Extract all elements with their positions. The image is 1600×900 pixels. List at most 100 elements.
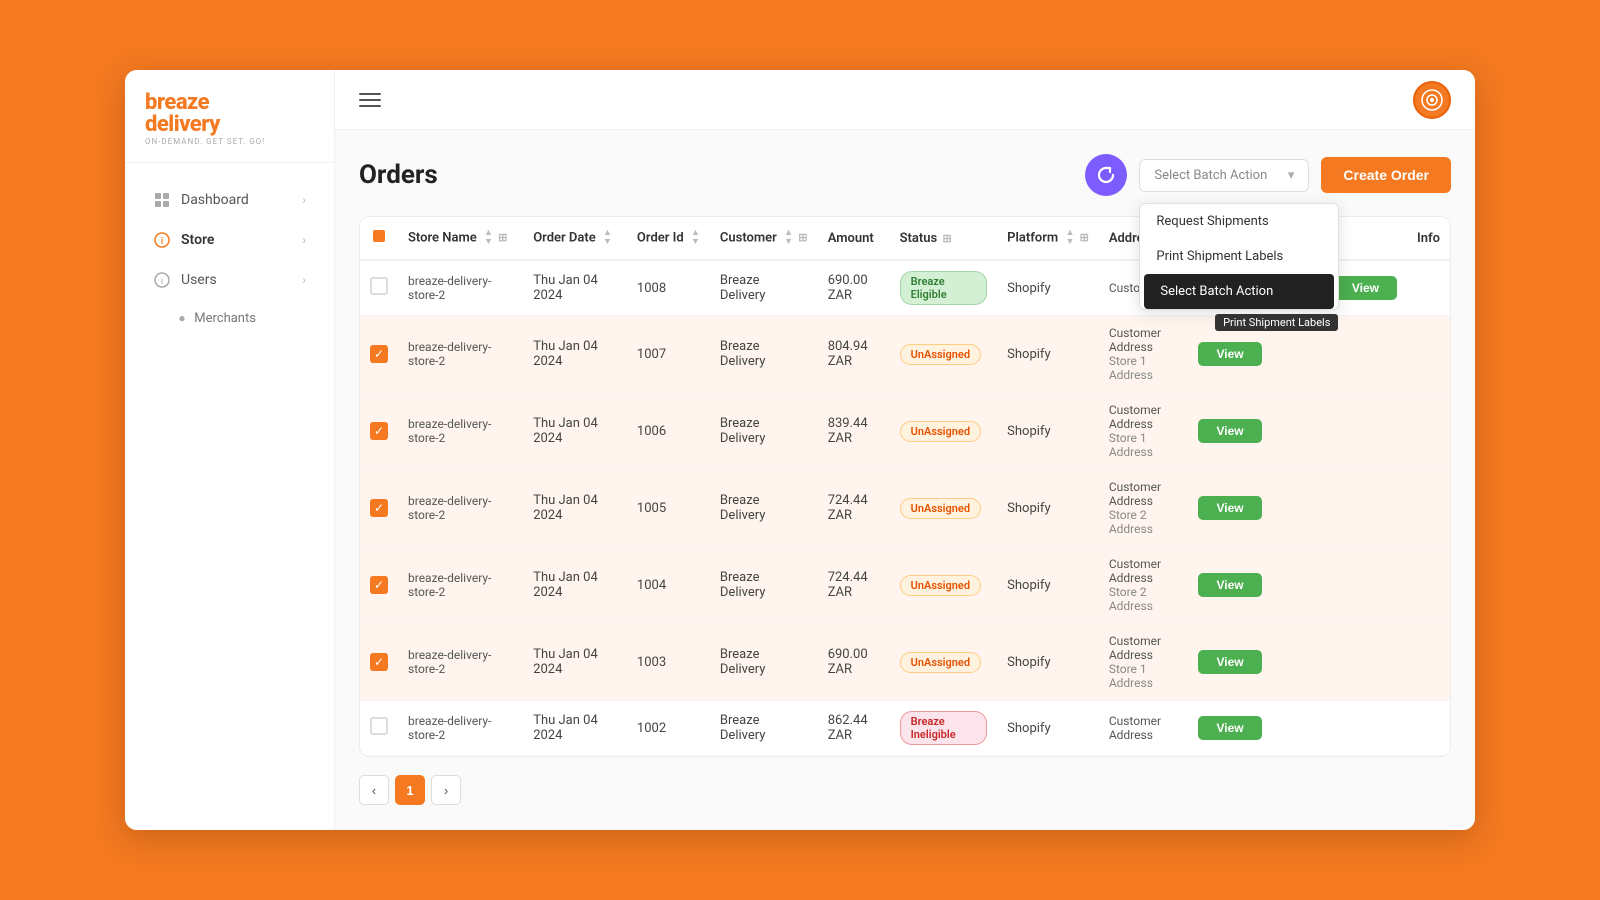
avatar[interactable]: [1413, 81, 1451, 119]
page-1-button[interactable]: 1: [395, 775, 425, 805]
batch-option-select[interactable]: Select Batch Action: [1144, 274, 1334, 309]
sidebar-label-merchants: Merchants: [194, 311, 256, 326]
status-badge-1: UnAssigned: [900, 344, 981, 365]
checkbox-cell-6: [360, 701, 398, 756]
batch-dropdown: Request Shipments Print Shipment Labels …: [1139, 203, 1339, 310]
sidebar-item-users[interactable]: i Users ›: [133, 261, 326, 299]
table-row: ✓ breaze-delivery-store-2 Thu Jan 04 202…: [360, 470, 1450, 547]
checkbox-checked-3[interactable]: ✓: [370, 499, 388, 517]
info-cell-5: [1407, 624, 1450, 701]
sort-store-name: ▲▼: [484, 229, 493, 247]
batch-tooltip: Print Shipment Labels: [1215, 314, 1338, 331]
col-checkbox: [360, 217, 398, 260]
info-cell-4: [1407, 547, 1450, 624]
order-date-cell-5: Thu Jan 04 2024: [523, 624, 627, 701]
order-id-cell-5: 1003: [627, 624, 710, 701]
sidebar-item-dashboard[interactable]: Dashboard ›: [133, 181, 326, 219]
view-button-4[interactable]: View: [1198, 573, 1261, 597]
address-td-1: Customer AddressStore 1 Address: [1099, 316, 1189, 393]
checkbox-checked-4[interactable]: ✓: [370, 576, 388, 594]
col-order-id[interactable]: Order Id ▲▼: [627, 217, 710, 260]
checkbox-checked-5[interactable]: ✓: [370, 653, 388, 671]
col-store-name[interactable]: Store Name ▲▼ ⊞: [398, 217, 523, 260]
next-page-button[interactable]: ›: [431, 775, 461, 805]
prev-page-button[interactable]: ‹: [359, 775, 389, 805]
view-button-0[interactable]: View: [1334, 276, 1397, 300]
checkbox-cell-4: ✓: [360, 547, 398, 624]
checkbox-cell-1: ✓: [360, 316, 398, 393]
sort-customer: ▲▼: [784, 229, 793, 247]
platform-cell-0: Shopify: [997, 260, 1099, 316]
col-amount[interactable]: Amount: [818, 217, 890, 260]
amount-cell-5: 690.00 ZAR: [818, 624, 890, 701]
pagination: ‹ 1 ›: [359, 775, 1451, 805]
status-badge-5: UnAssigned: [900, 652, 981, 673]
sidebar-label-dashboard: Dashboard: [181, 192, 249, 208]
store-name-cell-0: breaze-delivery-store-2: [398, 260, 523, 316]
batch-select-chevron: ▾: [1288, 168, 1295, 183]
view-button-5[interactable]: View: [1198, 650, 1261, 674]
hamburger-button[interactable]: [359, 93, 381, 107]
filter-platform: ⊞: [1080, 231, 1089, 244]
logo: breaze delivery ON-DEMAND. GET SET. GO!: [125, 70, 334, 163]
address-cell-6: Customer Address: [1109, 714, 1179, 742]
checkbox-unchecked-6[interactable]: [370, 717, 388, 735]
svg-text:i: i: [161, 237, 163, 247]
checkbox-unchecked-0[interactable]: [370, 277, 388, 295]
platform-cell-2: Shopify: [997, 393, 1099, 470]
order-date-cell-0: Thu Jan 04 2024: [523, 260, 627, 316]
col-platform[interactable]: Platform ▲▼ ⊞: [997, 217, 1099, 260]
customer-cell-2: Breaze Delivery: [710, 393, 818, 470]
batch-option-print-labels[interactable]: Print Shipment Labels: [1140, 239, 1338, 274]
checkbox-checked-1[interactable]: ✓: [370, 345, 388, 363]
table-row: ✓ breaze-delivery-store-2 Thu Jan 04 202…: [360, 393, 1450, 470]
address-cell-3: Customer Address: [1109, 480, 1179, 508]
amount-cell-2: 839.44 ZAR: [818, 393, 890, 470]
status-cell-6: Breaze Ineligible: [890, 701, 998, 756]
status-badge-0: Breaze Eligible: [900, 271, 988, 305]
sidebar-item-merchants[interactable]: ● Merchants: [125, 301, 334, 335]
svg-text:i: i: [161, 277, 163, 287]
view-button-6[interactable]: View: [1198, 716, 1261, 740]
sidebar-item-store[interactable]: i Store ›: [133, 221, 326, 259]
table-row: ✓ breaze-delivery-store-2 Thu Jan 04 202…: [360, 624, 1450, 701]
address-td-2: Customer AddressStore 1 Address: [1099, 393, 1189, 470]
store-icon: i: [153, 231, 171, 249]
address-td-6: Customer Address: [1099, 701, 1189, 756]
address-cell-1: Customer Address: [1109, 326, 1179, 354]
status-cell-5: UnAssigned: [890, 624, 998, 701]
view-button-3[interactable]: View: [1198, 496, 1261, 520]
refresh-button[interactable]: [1085, 154, 1127, 196]
sidebar-label-users: Users: [181, 272, 217, 288]
main-content: Orders Select Batch Action ▾: [335, 70, 1475, 830]
platform-cell-6: Shopify: [997, 701, 1099, 756]
col-status[interactable]: Status ⊞: [890, 217, 998, 260]
col-info: Info: [1407, 217, 1450, 260]
checkbox-checked-2[interactable]: ✓: [370, 422, 388, 440]
header-checkbox[interactable]: [373, 230, 385, 242]
sidebar: breaze delivery ON-DEMAND. GET SET. GO!: [125, 70, 335, 830]
amount-cell-3: 724.44 ZAR: [818, 470, 890, 547]
batch-option-request-shipments[interactable]: Request Shipments: [1140, 204, 1338, 239]
checkbox-cell-0: [360, 260, 398, 316]
sort-platform: ▲▼: [1065, 229, 1074, 247]
col-order-date[interactable]: Order Date ▲▼: [523, 217, 627, 260]
customer-cell-4: Breaze Delivery: [710, 547, 818, 624]
col-customer[interactable]: Customer ▲▼ ⊞: [710, 217, 818, 260]
batch-select-trigger[interactable]: Select Batch Action ▾: [1139, 159, 1309, 192]
action-cell-4: View: [1188, 547, 1407, 624]
view-button-2[interactable]: View: [1198, 419, 1261, 443]
customer-cell-3: Breaze Delivery: [710, 470, 818, 547]
create-order-button[interactable]: Create Order: [1321, 157, 1451, 193]
topbar: [335, 70, 1475, 130]
address-td-5: Customer AddressStore 1 Address: [1099, 624, 1189, 701]
status-cell-4: UnAssigned: [890, 547, 998, 624]
batch-select-container: Select Batch Action ▾ Request Shipments …: [1139, 159, 1309, 192]
order-id-cell-0: 1008: [627, 260, 710, 316]
view-button-1[interactable]: View: [1198, 342, 1261, 366]
order-date-cell-6: Thu Jan 04 2024: [523, 701, 627, 756]
order-id-cell-6: 1002: [627, 701, 710, 756]
action-cell-6: View: [1188, 701, 1407, 756]
status-badge-4: UnAssigned: [900, 575, 981, 596]
amount-cell-4: 724.44 ZAR: [818, 547, 890, 624]
